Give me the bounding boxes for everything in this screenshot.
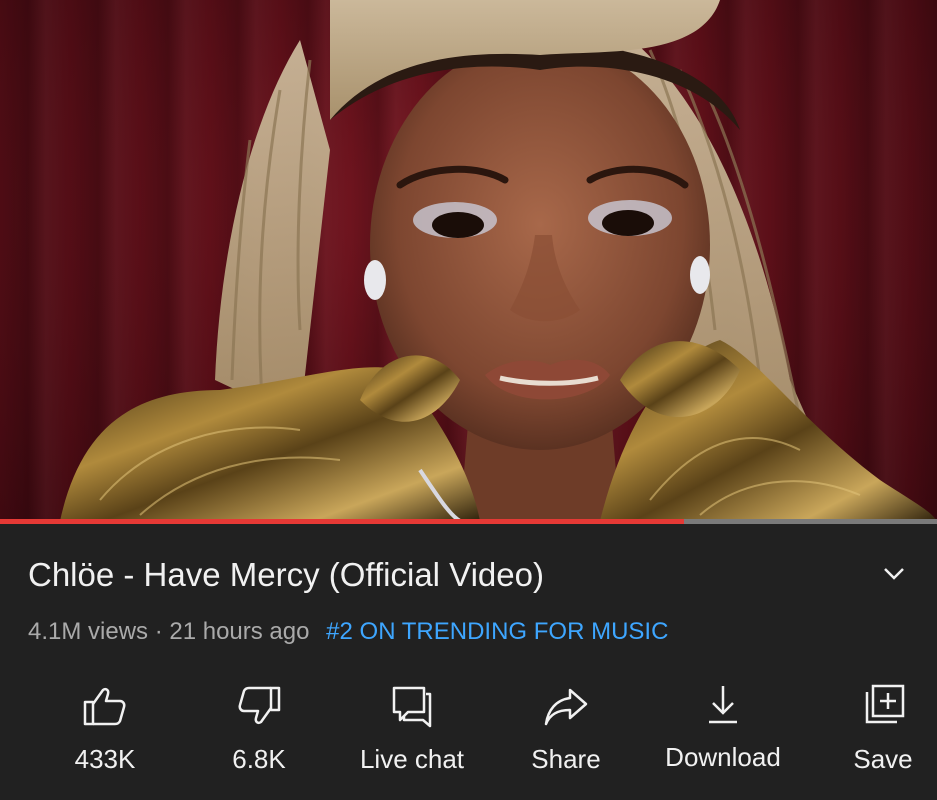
video-progress-fill: [0, 519, 684, 524]
expand-description-button[interactable]: [878, 560, 910, 588]
trending-badge[interactable]: #2 ON TRENDING FOR MUSIC: [326, 618, 668, 645]
download-label: Download: [665, 742, 781, 772]
live-chat-label: Live chat: [359, 744, 465, 774]
chat-icon: [392, 686, 432, 728]
action-bar: 433K 6.8K Live chat Share Download Save: [0, 682, 937, 792]
video-frame-illustration: [60, 0, 937, 521]
video-title[interactable]: Chlöe - Have Mercy (Official Video): [28, 556, 544, 594]
share-button[interactable]: Share: [530, 682, 602, 782]
thumbs-down-icon: [238, 686, 281, 725]
live-chat-button[interactable]: Live chat: [357, 682, 467, 782]
like-button[interactable]: 433K: [75, 682, 135, 782]
download-button[interactable]: Download: [661, 682, 785, 782]
save-button[interactable]: Save: [852, 682, 914, 782]
add-to-playlist-icon: [865, 684, 905, 724]
like-count: 433K: [74, 744, 136, 774]
video-player[interactable]: [0, 0, 937, 521]
share-arrow-icon: [544, 688, 588, 726]
save-label: Save: [853, 744, 913, 774]
download-icon: [709, 686, 737, 724]
views-and-date: 4.1M views · 21 hours ago: [28, 618, 310, 645]
chevron-down-icon: [884, 568, 904, 580]
video-metadata: 4.1M views · 21 hours ago #2 ON TRENDING…: [28, 618, 668, 646]
share-label: Share: [531, 744, 601, 774]
dislike-button[interactable]: 6.8K: [231, 682, 287, 782]
dislike-count: 6.8K: [232, 744, 286, 774]
thumbs-up-icon: [83, 687, 126, 726]
video-progress-bar[interactable]: [0, 519, 937, 524]
